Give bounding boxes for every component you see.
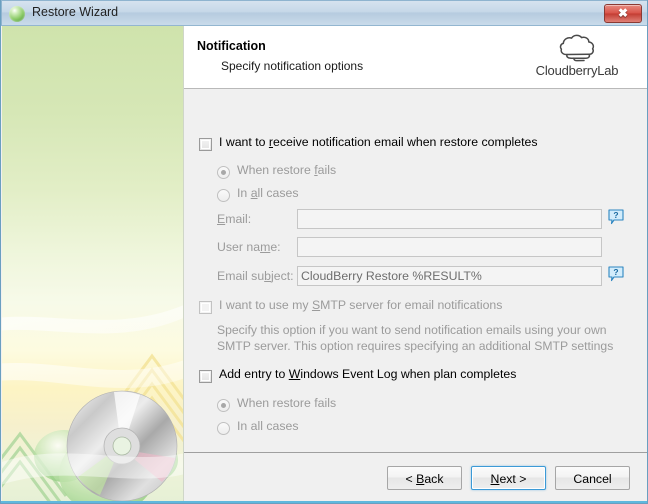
email-input[interactable] — [297, 209, 602, 229]
smtp-checkbox[interactable] — [199, 301, 212, 314]
label-post: e: — [270, 240, 281, 254]
label-post: MTP server for email notifications — [320, 298, 503, 312]
event-log-checkbox[interactable] — [199, 370, 212, 383]
email-subject-input[interactable] — [297, 266, 602, 286]
content-panel: Notification Specify notification option… — [184, 26, 647, 503]
label-post: ack — [424, 472, 444, 486]
label-accel: b — [264, 269, 271, 283]
label-accel: S — [311, 298, 321, 312]
label-pre: I want to use my — [219, 298, 312, 312]
label-accel: E — [217, 212, 226, 226]
label-pre: When restore — [237, 163, 315, 177]
label-post: eceive notification email when restore c… — [273, 135, 538, 149]
checkbox-inner — [201, 303, 210, 312]
cloudberrylab-logo: CloudberryLab — [516, 30, 638, 88]
label-pre: In — [237, 186, 251, 200]
email-notification-label: I want to receive notification email whe… — [219, 135, 538, 149]
label-post: ext > — [499, 472, 527, 486]
restore-wizard-window: Restore Wizard ✖ Notification Specify no… — [0, 0, 648, 504]
email-when-fails-radio[interactable] — [217, 166, 230, 179]
label-post: mail: — [225, 212, 252, 226]
username-field-label: User name: — [217, 240, 281, 254]
close-button[interactable]: ✖ — [604, 4, 642, 23]
label-pre: When restore fails — [237, 396, 337, 410]
label-post: ails — [317, 163, 337, 177]
label-accel: W — [288, 367, 301, 381]
email-all-cases-radio[interactable] — [217, 189, 230, 202]
banner-artwork — [2, 305, 183, 503]
label-pre: I want to — [219, 135, 269, 149]
cloud-icon — [559, 34, 595, 62]
email-when-fails-label: When restore fails — [237, 163, 336, 177]
email-all-cases-label: In all cases — [237, 186, 299, 200]
close-icon: ✖ — [617, 6, 629, 20]
app-icon — [9, 6, 25, 22]
logo-text: CloudberryLab — [535, 63, 619, 78]
email-subject-field-label: Email subject: — [217, 269, 294, 283]
username-input[interactable] — [297, 237, 602, 257]
title-bar: Restore Wizard ✖ — [1, 0, 647, 26]
svg-text:?: ? — [613, 210, 618, 220]
page-header: Notification Specify notification option… — [184, 26, 647, 89]
email-notification-checkbox[interactable] — [199, 138, 212, 151]
label-accel: a — [250, 186, 258, 200]
email-subject-help-icon[interactable]: ? — [608, 266, 624, 282]
checkbox-inner — [201, 372, 210, 381]
label-post: ll cases — [257, 186, 299, 200]
event-log-label: Add entry to Windows Event Log when plan… — [219, 367, 516, 381]
email-field-label: Email: — [217, 212, 251, 226]
smtp-label: I want to use my SMTP server for email n… — [219, 298, 502, 312]
label-pre: Add entry to — [219, 367, 289, 381]
page-title: Notification — [197, 39, 266, 53]
email-help-icon[interactable]: ? — [608, 209, 624, 225]
eventlog-all-cases-radio[interactable] — [217, 422, 230, 435]
window-bottom-edge — [1, 501, 647, 503]
eventlog-when-fails-label: When restore fails — [237, 396, 336, 410]
label-pre: Cancel — [573, 472, 612, 486]
label-pre: User na — [217, 240, 261, 254]
label-post: ject: — [271, 269, 294, 283]
label-accel: m — [260, 240, 271, 254]
options-body: I want to receive notification email whe… — [184, 89, 647, 452]
window-title: Restore Wizard — [32, 5, 119, 19]
eventlog-when-fails-radio[interactable] — [217, 399, 230, 412]
smtp-description: Specify this option if you want to send … — [217, 323, 614, 353]
back-button[interactable]: < Back — [387, 466, 462, 490]
page-subtitle: Specify notification options — [221, 59, 364, 73]
next-button[interactable]: Next > — [471, 466, 546, 490]
wizard-footer: < Back Next > Cancel — [184, 453, 647, 503]
eventlog-all-cases-label: In all cases — [237, 419, 299, 433]
label-pre: Email su — [217, 269, 265, 283]
checkbox-inner — [201, 140, 210, 149]
label-pre: < — [405, 472, 417, 486]
svg-text:?: ? — [613, 267, 618, 277]
wizard-banner-image — [2, 26, 183, 503]
label-pre: In all cases — [237, 419, 299, 433]
cancel-button[interactable]: Cancel — [555, 466, 630, 490]
label-post: indows Event Log when plan completes — [300, 367, 517, 381]
